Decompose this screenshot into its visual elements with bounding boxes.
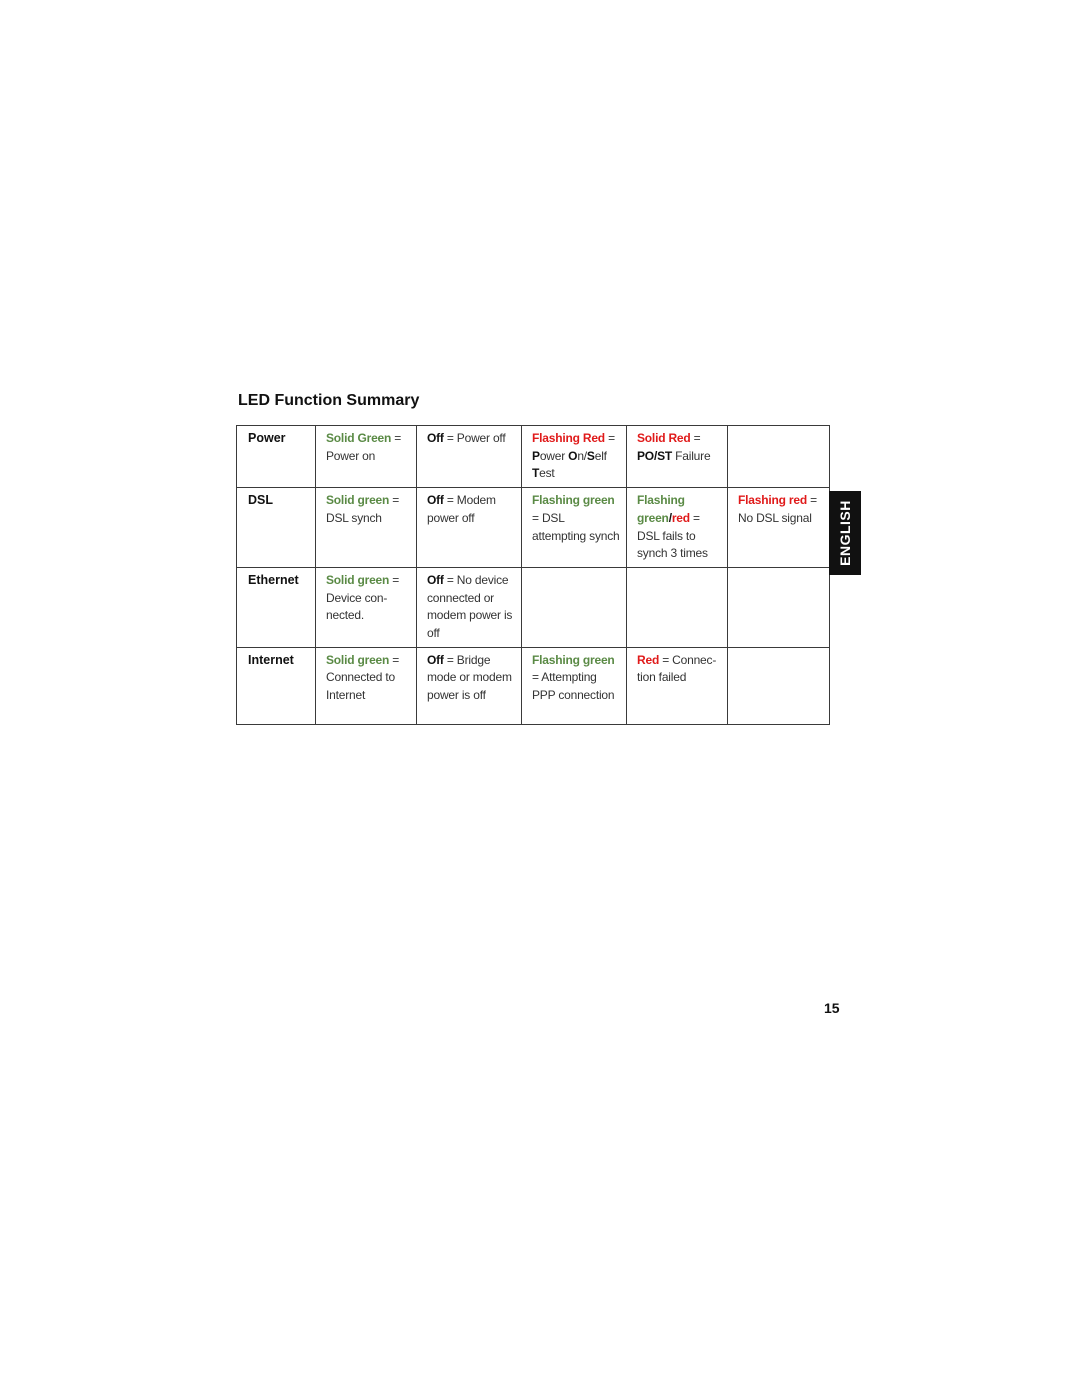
table-cell: Flashing green = DSL attempting synch [521,487,627,568]
led-function-table: Power Solid Green = Power on Off = Power… [236,424,830,725]
table-row-dsl: DSL Solid green = DSL synch Off = Modem … [236,487,830,568]
description-text: ower [539,448,569,463]
description-text: n/ [577,448,587,463]
table-cell: Off = Modem power off [416,487,522,568]
table-cell: Flashing red = No DSL signal [727,487,830,568]
red-status-text: Solid Red [637,431,691,445]
table-cell: Solid Red = PO/ST Failure [626,424,728,489]
table-cell: Off = Bridge mode or modem power is off [416,646,522,725]
table-cell: Flashing green = Attempting PPP connecti… [521,646,627,725]
page-number: 15 [824,1000,840,1016]
language-tab-label: ENGLISH [837,500,854,566]
green-status-text: Solid green [326,652,390,667]
red-status-text: Flashing Red [532,431,605,445]
description-text: = [690,431,701,445]
red-status-text: Flashing red [738,493,807,508]
table-cell: Off = Power off [416,424,522,489]
row-label: Internet [236,646,316,725]
green-status-text: Solid green [326,572,390,587]
green-status-text: Flashing green [532,652,615,667]
page-title: LED Function Summary [238,392,420,409]
table-cell: Red = Connec-tion failed [626,646,728,725]
bold-text: Off [427,493,444,508]
table-row-ethernet: Ethernet Solid green = Device con-nected… [236,566,830,648]
table-cell [727,424,830,489]
table-cell [727,646,830,725]
table-cell [626,566,728,648]
red-status-text: Red [637,652,660,667]
bold-text: P [532,448,540,463]
description-text: = DSL attempting synch [532,510,620,543]
table-cell [521,566,627,648]
description-text: est [539,466,555,481]
bold-text: PO/ST [637,448,673,463]
table-cell: Solid green = Device con-nected. [315,566,417,648]
bold-text: Off [427,652,444,667]
bold-text: O [568,448,578,463]
description-text: = Power off [443,431,506,445]
table-cell: Flashing Red = Power On/Self Test [521,424,627,489]
row-label: Ethernet [236,566,316,648]
bold-text: Off [427,572,444,587]
table-cell: Solid Green = Power on [315,424,417,489]
bold-text: Off [427,431,444,445]
bold-text: S [586,448,595,463]
table-cell: Solid green = Connected to Internet [315,646,417,725]
red-status-text: red [671,510,690,525]
description-text: elf [594,448,607,463]
table-row-internet: Internet Solid green = Connected to Inte… [236,646,830,725]
description-text: = [604,431,615,445]
table-row-power: Power Solid Green = Power on Off = Power… [236,424,830,489]
table-cell: Flashing green/red = DSL fails to synch … [626,487,728,568]
language-tab: ENGLISH [829,491,861,575]
table-cell: Off = No device connected or modem power… [416,566,522,648]
row-label: Power [236,424,316,489]
green-status-text: Flashing green [532,493,615,508]
table-cell: Solid green = DSL synch [315,487,417,568]
table-cell [727,566,830,648]
row-label: DSL [236,487,316,568]
green-status-text: Solid Green [326,431,392,445]
description-text: Failure [672,448,711,463]
description-text: = Attempting PPP connection [532,670,615,703]
green-status-text: Solid green [326,493,390,508]
